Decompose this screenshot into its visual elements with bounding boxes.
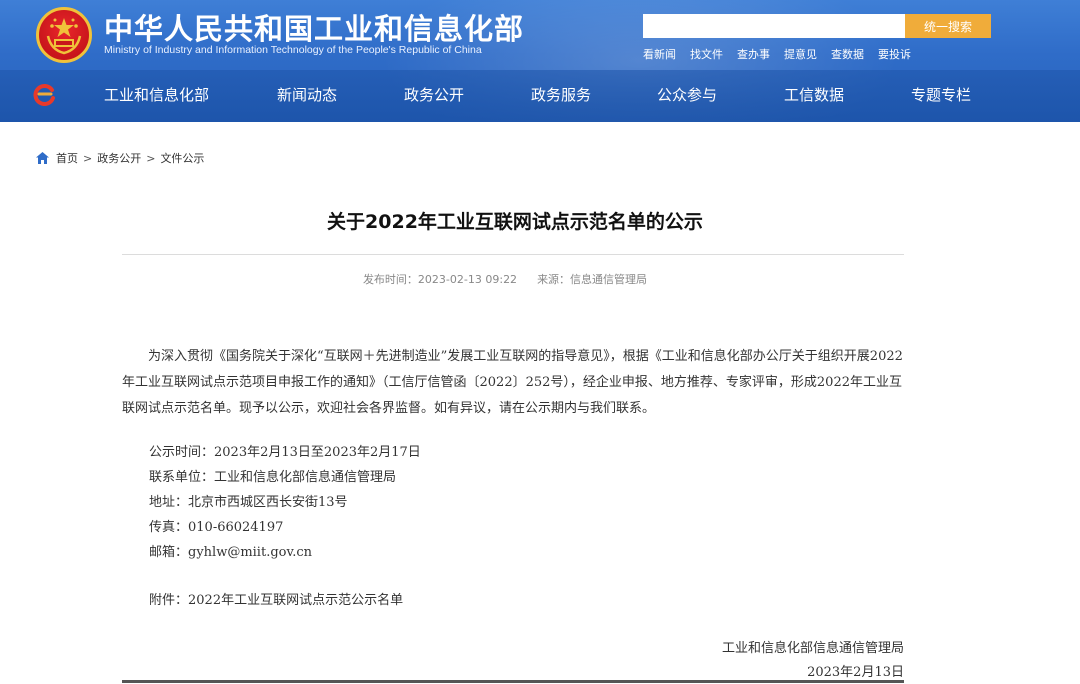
quick-link-news[interactable]: 看新闻 <box>643 46 676 62</box>
quick-links: 看新闻 找文件 查办事 提意见 查数据 要投诉 <box>643 46 911 62</box>
national-emblem-icon <box>36 7 92 63</box>
publish-time: 发布时间：2023-02-13 09:22 <box>362 273 518 286</box>
site-logo-icon[interactable] <box>33 82 57 106</box>
nav-item-news[interactable]: 新闻动态 <box>277 84 337 105</box>
site-subtitle-en: Ministry of Industry and Information Tec… <box>104 44 482 56</box>
breadcrumb-home[interactable]: 首页 <box>56 150 78 166</box>
notice-period: 公示时间：2023年2月13日至2023年2月17日 <box>149 445 421 460</box>
contact-email: 邮箱：gyhlw@miit.gov.cn <box>149 545 313 560</box>
breadcrumb-separator: > <box>146 151 156 165</box>
main-nav: 工业和信息化部 新闻动态 政务公开 政务服务 公众参与 工信数据 专题专栏 <box>0 70 1080 122</box>
nav-item-gov-services[interactable]: 政务服务 <box>531 84 591 105</box>
site-title: 中华人民共和国工业和信息化部 <box>104 12 525 46</box>
nav-item-ministry[interactable]: 工业和信息化部 <box>104 84 209 105</box>
article-body: 为深入贯彻《国务院关于深化“互联网＋先进制造业”发展工业互联网的指导意见》，根据… <box>122 349 903 416</box>
signature-org: 工业和信息化部信息通信管理局 <box>721 641 904 656</box>
nav-item-topics[interactable]: 专题专栏 <box>911 84 971 105</box>
contact-address: 地址：北京市西城区西长安街13号 <box>149 495 348 510</box>
nav-item-data[interactable]: 工信数据 <box>784 84 844 105</box>
content-bottom-rule <box>122 680 904 683</box>
home-icon <box>36 152 49 164</box>
quick-link-feedback[interactable]: 提意见 <box>784 46 817 62</box>
contact-fax: 传真：010-66024197 <box>149 520 284 535</box>
breadcrumb-gov-affairs[interactable]: 政务公开 <box>97 150 141 166</box>
title-divider <box>122 254 904 255</box>
contact-unit: 联系单位：工业和信息化部信息通信管理局 <box>149 470 397 485</box>
nav-item-public-participation[interactable]: 公众参与 <box>657 84 717 105</box>
article-title: 关于2022年工业互联网试点示范名单的公示 <box>327 211 703 233</box>
breadcrumb: 首页 > 政务公开 > 文件公示 <box>36 150 204 166</box>
quick-link-services[interactable]: 查办事 <box>737 46 770 62</box>
site-header: 中华人民共和国工业和信息化部 Ministry of Industry and … <box>0 0 1080 122</box>
breadcrumb-separator: > <box>83 151 93 165</box>
search-button[interactable]: 统一搜索 <box>905 14 991 38</box>
search-input[interactable] <box>643 14 905 38</box>
article-source: 来源：信息通信管理局 <box>537 273 648 286</box>
quick-link-files[interactable]: 找文件 <box>690 46 723 62</box>
attachment-link[interactable]: 附件：2022年工业互联网试点示范公示名单 <box>149 589 403 608</box>
article-meta: 发布时间：2023-02-13 09:22 来源：信息通信管理局 <box>0 271 1010 287</box>
quick-link-data[interactable]: 查数据 <box>831 46 864 62</box>
breadcrumb-file-notice[interactable]: 文件公示 <box>160 150 204 166</box>
nav-item-gov-affairs[interactable]: 政务公开 <box>404 84 464 105</box>
signature-date: 2023年2月13日 <box>807 665 904 680</box>
quick-link-complaint[interactable]: 要投诉 <box>878 46 911 62</box>
